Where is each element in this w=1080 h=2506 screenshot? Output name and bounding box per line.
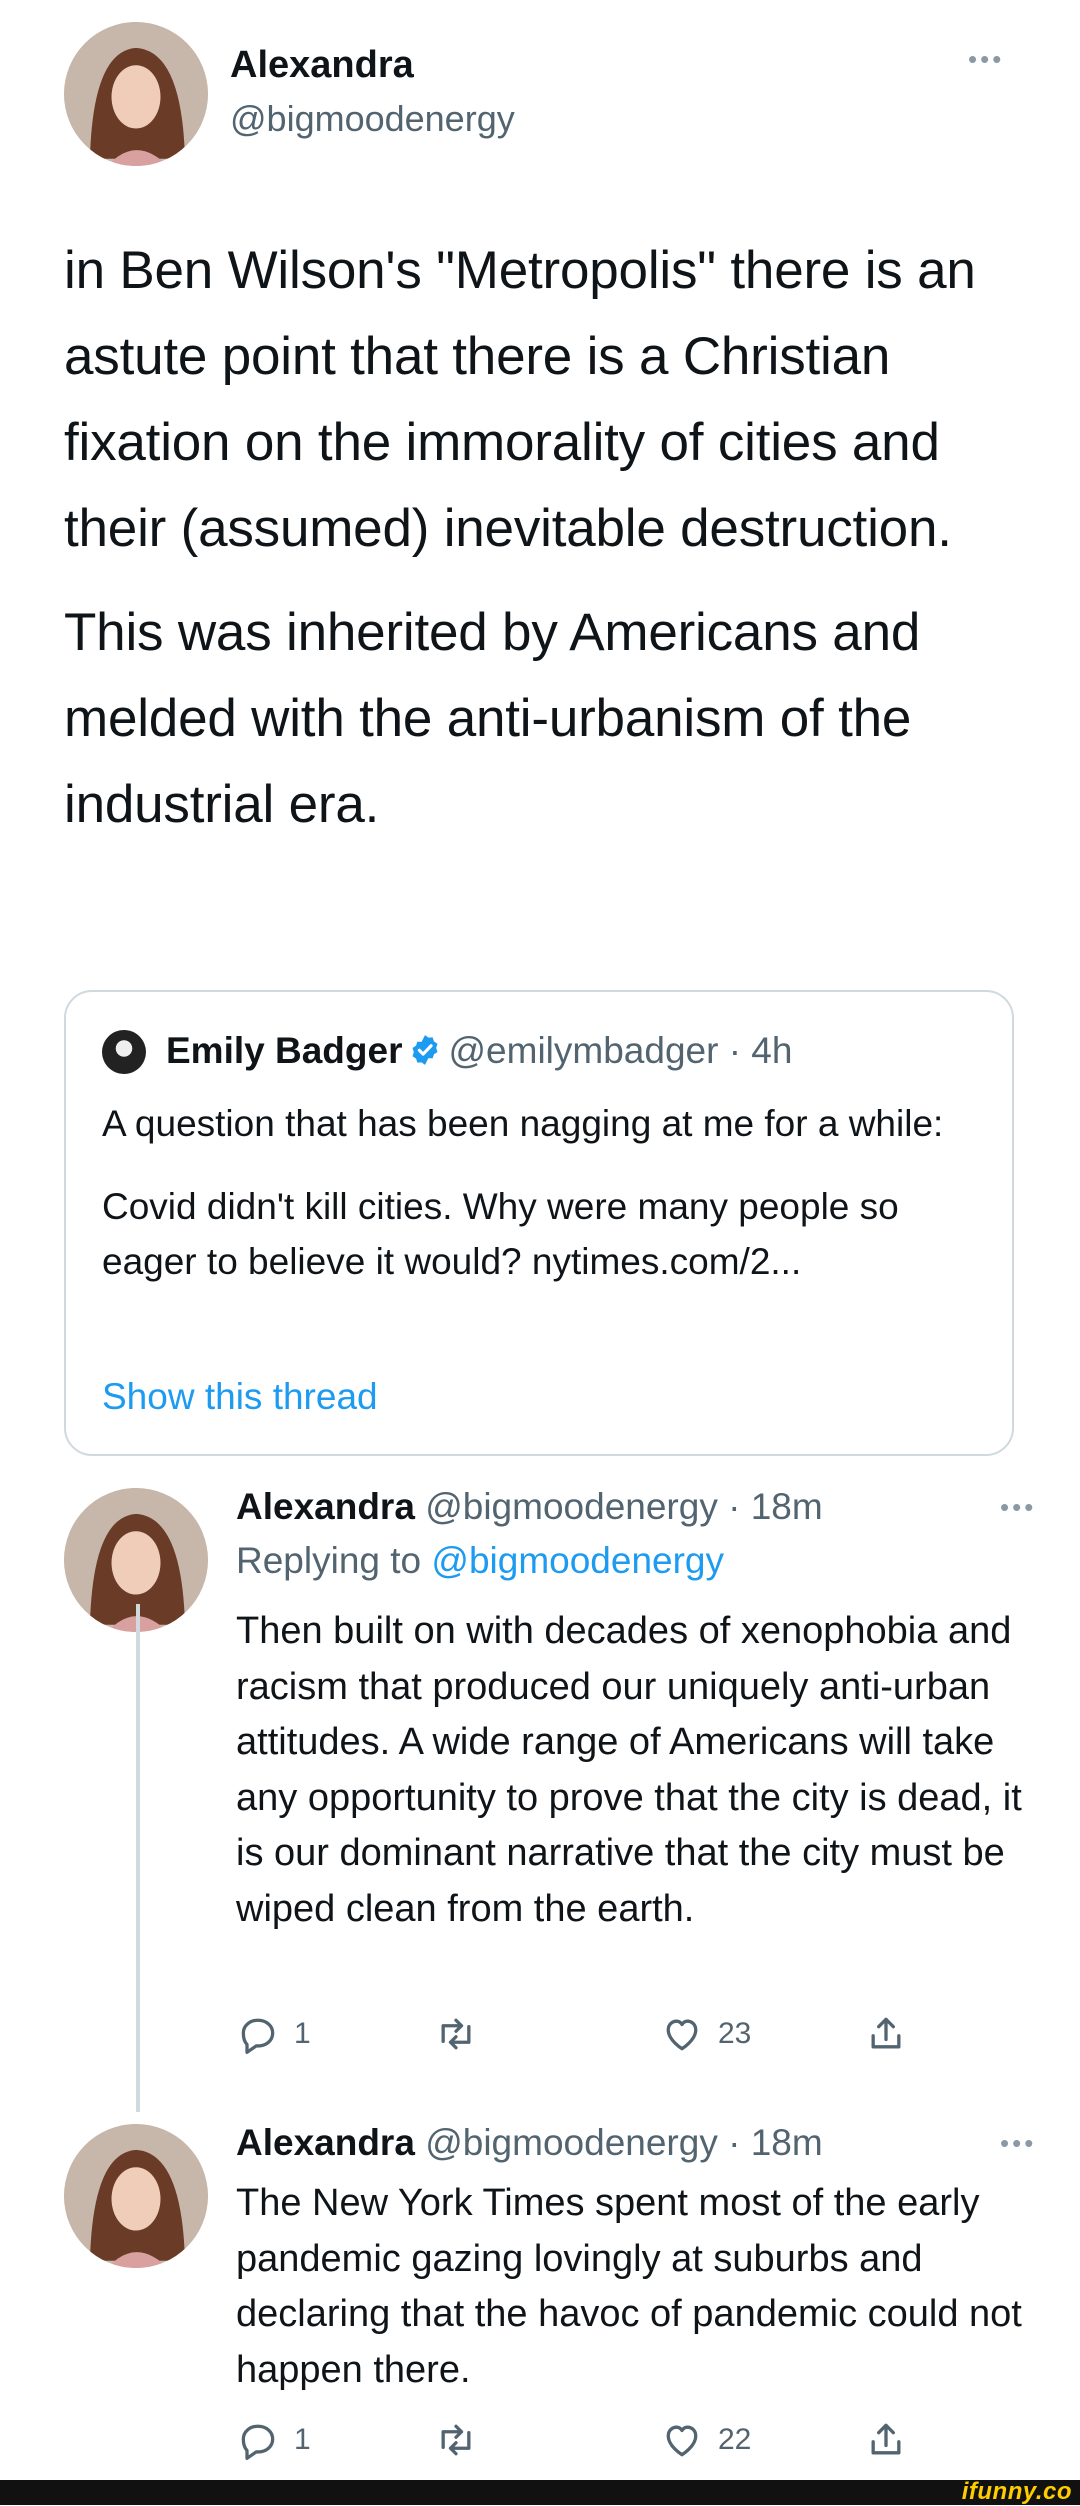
retweet-action[interactable] — [434, 2012, 478, 2056]
handle[interactable]: @bigmoodenergy — [230, 98, 515, 140]
more-options-icon[interactable]: ••• — [968, 44, 1004, 75]
avatar-image — [64, 2124, 208, 2268]
share-icon — [871, 2423, 901, 2455]
quoted-paragraph: A question that has been nagging at me f… — [102, 1103, 944, 1144]
quoted-tweet-text: A question that has been nagging at me f… — [102, 1096, 982, 1317]
tweet-paragraph: This was inherited by Americans and meld… — [64, 603, 921, 834]
more-options-icon[interactable]: ••• — [1000, 2128, 1036, 2159]
heart-icon — [666, 2019, 698, 2051]
quoted-handle: @emilymbadger — [448, 1030, 719, 1071]
display-name[interactable]: Alexandra — [230, 44, 414, 87]
reply-header: Alexandra @bigmoodenergy · 18m — [236, 2122, 823, 2164]
avatar-image — [64, 22, 208, 166]
heart-icon — [666, 2425, 698, 2457]
reply-header: Alexandra @bigmoodenergy · 18m — [236, 1486, 823, 1528]
reply-action[interactable]: 1 — [236, 2418, 311, 2462]
timestamp[interactable]: · 18m — [728, 2122, 823, 2163]
share-icon — [871, 2017, 901, 2049]
handle[interactable]: @bigmoodenergy — [425, 1486, 718, 1527]
like-count: 22 — [718, 2423, 752, 2456]
timestamp[interactable]: · 18m — [728, 1486, 823, 1527]
quoted-tweet-card[interactable]: Emily Badger @emilymbadger · 4h A questio… — [64, 990, 1014, 1456]
thread-connector-line — [136, 1604, 140, 2112]
reply-count: 1 — [294, 2017, 311, 2050]
retweet-icon — [441, 2018, 471, 2050]
reply-icon — [241, 2424, 275, 2460]
quoted-tweet-header: Emily Badger @emilymbadger · 4h — [166, 1030, 792, 1072]
reply-text: The New York Times spent most of the ear… — [236, 2182, 1022, 2391]
like-action[interactable]: 22 — [660, 2418, 751, 2462]
reply-text: Then built on with decades of xenophobia… — [236, 1610, 1022, 1930]
watermark-bar — [0, 2480, 1080, 2505]
reply-icon — [241, 2018, 275, 2054]
avatar[interactable] — [64, 22, 208, 166]
more-options-icon[interactable]: ••• — [1000, 1492, 1036, 1523]
replying-to: Replying to @bigmoodenergy — [236, 1540, 724, 1582]
retweet-icon — [441, 2424, 471, 2456]
verified-badge-icon — [413, 1035, 438, 1065]
replying-to-label: Replying to — [236, 1540, 432, 1581]
display-name[interactable]: Alexandra — [236, 2122, 415, 2163]
replying-to-handle[interactable]: @bigmoodenergy — [431, 1540, 724, 1581]
quoted-paragraph: Covid didn't kill cities. Why were many … — [102, 1186, 899, 1282]
quoted-display-name: Emily Badger — [166, 1030, 403, 1071]
avatar[interactable] — [64, 2124, 208, 2268]
share-action[interactable] — [864, 2012, 908, 2056]
retweet-action[interactable] — [434, 2418, 478, 2462]
share-action[interactable] — [864, 2418, 908, 2462]
display-name[interactable]: Alexandra — [236, 1486, 415, 1527]
reply-action[interactable]: 1 — [236, 2012, 311, 2056]
ifunny-watermark: ifunny.co — [961, 2478, 1072, 2505]
show-thread-link[interactable]: Show this thread — [102, 1376, 378, 1418]
like-count: 23 — [718, 2017, 752, 2050]
reply-count: 1 — [294, 2423, 311, 2456]
like-action[interactable]: 23 — [660, 2012, 751, 2056]
tweet-paragraph: in Ben Wilson's "Metropolis" there is an… — [64, 241, 976, 558]
quoted-time: · 4h — [728, 1030, 793, 1071]
handle[interactable]: @bigmoodenergy — [425, 2122, 718, 2163]
tweet-text: in Ben Wilson's "Metropolis" there is an… — [64, 228, 1024, 866]
quoted-avatar — [102, 1030, 146, 1074]
